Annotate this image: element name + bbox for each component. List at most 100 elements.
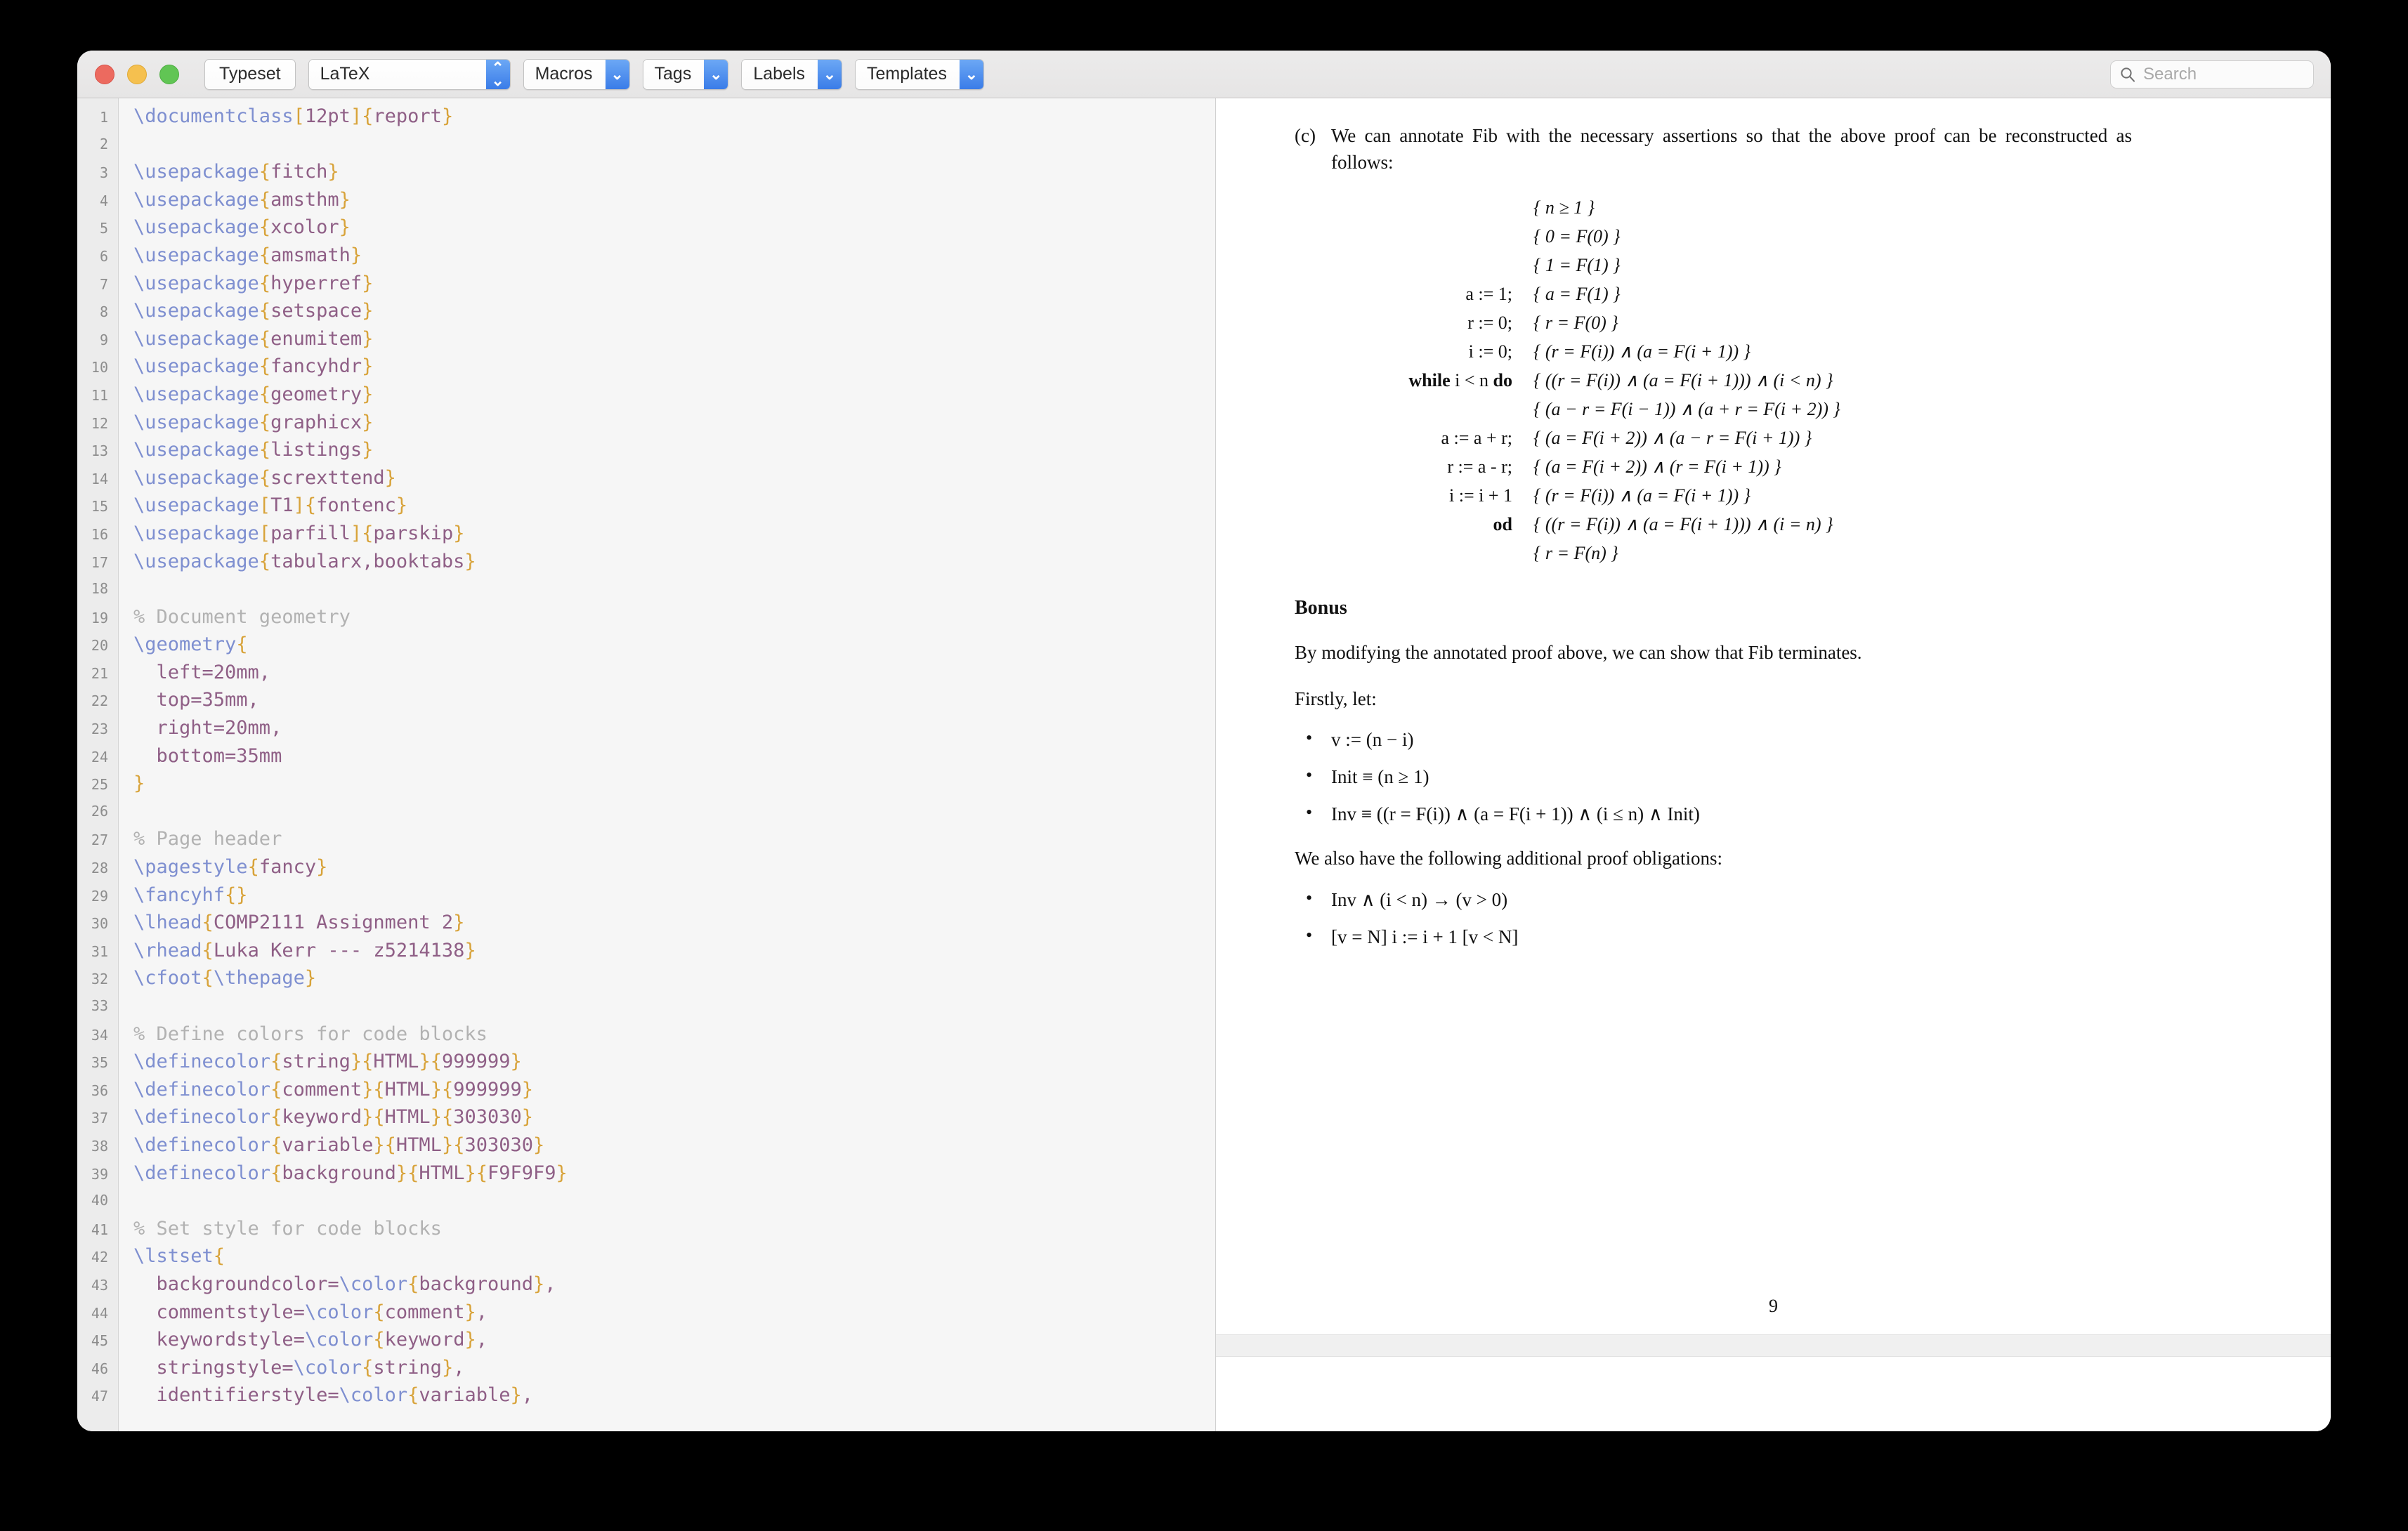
code-line[interactable]: 15 \usepackage[T1]{fontenc} [77,492,1215,520]
line-number: 11 [91,386,108,404]
code-line[interactable]: 42 \lstset{ [77,1242,1215,1270]
code-line[interactable]: 43 backgroundcolor=\color{background}, [77,1270,1215,1299]
line-number: 38 [91,1137,108,1155]
engine-select[interactable]: LaTeX ⌃ ⌄ [308,58,511,90]
code-line[interactable]: 20 \geometry{ [77,631,1215,659]
code-line[interactable]: 7 \usepackage{hyperref} [77,270,1215,298]
code-line[interactable]: 41 % Set style for code blocks [77,1215,1215,1243]
line-text: \usepackage{tabularx,booktabs} [133,550,476,572]
code-line[interactable]: 37 \definecolor{keyword}{HTML}{303030} [77,1103,1215,1131]
typeset-button[interactable]: Typeset [204,58,296,90]
code-line[interactable]: 27 % Page header [77,825,1215,853]
code-lines[interactable]: 1 \documentclass[12pt]{report} 2 3 \usepacka… [77,98,1215,1410]
code-line[interactable]: 38 \definecolor{variable}{HTML}{303030} [77,1131,1215,1159]
list-item-c: (c) We can annotate Fib with the necessa… [1295,122,2246,176]
code-line[interactable]: 12 \usepackage{graphicx} [77,409,1215,437]
code-line[interactable]: 19 % Document geometry [77,603,1215,631]
program-statement: r := 0; [1467,312,1512,333]
line-text: \definecolor{variable}{HTML}{303030} [133,1134,545,1156]
annotated-program-row: i := i + 1 { (r = F(i)) ∧ (a = F(i + 1)) … [1295,485,1840,514]
code-line[interactable]: 22 top=35mm, [77,686,1215,714]
code-line[interactable]: 44 commentstyle=\color{comment}, [77,1299,1215,1327]
code-line[interactable]: 45 keywordstyle=\color{keyword}, [77,1326,1215,1354]
code-line[interactable]: 36 \definecolor{comment}{HTML}{999999} [77,1076,1215,1104]
line-number: 14 [91,470,108,487]
code-line[interactable]: 39 \definecolor{background}{HTML}{F9F9F9} [77,1159,1215,1188]
code-line[interactable]: 23 right=20mm, [77,714,1215,742]
code-line[interactable]: 5 \usepackage{xcolor} [77,213,1215,242]
line-text: \usepackage{geometry} [133,383,374,405]
code-line[interactable]: 25} [77,770,1215,798]
code-line[interactable]: 47 identifierstyle=\color{variable}, [77,1381,1215,1410]
code-line[interactable]: 10 \usepackage{fancyhdr} [77,353,1215,381]
line-number: 4 [99,192,108,209]
program-statement: while i < n do [1408,369,1512,390]
annotated-program-row: r := a - r; { (a = F(i + 2)) ∧ (r = F(i +… [1295,456,1840,485]
code-line[interactable]: 2 [77,131,1215,159]
pdf-preview-pane[interactable]: (c) We can annotate Fib with the necessa… [1216,98,2331,1431]
labels-menu-button[interactable]: Labels ⌄ [741,58,843,90]
line-number: 23 [91,721,108,738]
line-text: \definecolor{background}{HTML}{F9F9F9} [133,1162,568,1184]
code-line[interactable]: 8 \usepackage{setspace} [77,297,1215,325]
code-line[interactable]: 1 \documentclass[12pt]{report} [77,103,1215,131]
templates-menu-button[interactable]: Templates ⌄ [855,58,984,90]
code-line[interactable]: 29 \fancyhf{} [77,881,1215,909]
code-line[interactable]: 11 \usepackage{geometry} [77,381,1215,409]
line-number: 30 [91,915,108,933]
line-number: 21 [91,664,108,682]
code-line[interactable]: 31 \rhead{Luka Kerr --- z5214138} [77,937,1215,965]
chevron-down-icon: ⌄ [605,59,629,89]
line-number: 47 [91,1388,108,1405]
code-line[interactable]: 9 \usepackage{enumitem} [77,325,1215,353]
code-line[interactable]: 16 \usepackage[parfill]{parskip} [77,520,1215,548]
macros-menu-button[interactable]: Macros ⌄ [523,58,630,90]
code-line[interactable]: 3 \usepackage{fitch} [77,158,1215,186]
code-line[interactable]: 35 \definecolor{string}{HTML}{999999} [77,1048,1215,1076]
zoom-window-button[interactable] [159,64,179,84]
code-line[interactable]: 14 \usepackage{screxttend} [77,464,1215,492]
line-number: 41 [91,1221,108,1238]
bonus-paragraph-2: Firstly, let: [1295,688,1377,709]
latex-source-editor[interactable]: 1 \documentclass[12pt]{report} 2 3 \usepacka… [77,98,1216,1431]
engine-label: LaTeX [308,59,486,89]
line-text: \usepackage{xcolor} [133,216,351,239]
line-number: 44 [91,1304,108,1322]
chevron-down-icon: ⌄ [818,59,842,89]
code-line[interactable]: 30 \lhead{COMP2111 Assignment 2} [77,909,1215,937]
line-text: left=20mm, [133,661,271,683]
obligation-item: Inv ∧ (i < n) → (v > 0) [1306,888,2246,911]
code-line[interactable]: 13 \usepackage{listings} [77,436,1215,464]
code-line[interactable]: 4 \usepackage{amsthm} [77,186,1215,214]
code-line[interactable]: 18 [77,575,1215,603]
line-number: 40 [91,1192,108,1209]
tags-menu-button[interactable]: Tags ⌄ [642,58,729,90]
assertion: { (a = F(i + 2)) ∧ (a − r = F(i + 1)) } [1533,427,1812,448]
search-input[interactable]: Search [2110,60,2314,88]
line-number: 31 [91,942,108,960]
code-line[interactable]: 26 [77,798,1215,826]
close-window-button[interactable] [95,64,114,84]
line-text: \pagestyle{fancy} [133,856,328,879]
code-line[interactable]: 34 % Define colors for code blocks [77,1020,1215,1049]
code-line[interactable]: 33 [77,992,1215,1020]
assertion: { (a = F(i + 2)) ∧ (r = F(i + 1)) } [1533,456,1781,477]
code-line[interactable]: 46 stringstyle=\color{string}, [77,1354,1215,1382]
line-text: % Page header [133,828,282,850]
code-line[interactable]: 17 \usepackage{tabularx,booktabs} [77,548,1215,576]
line-number: 26 [91,802,108,820]
annotated-program-row: a := 1; { a = F(1) } [1295,284,1840,313]
line-text: } [133,773,145,795]
code-line[interactable]: 6 \usepackage{amsmath} [77,242,1215,270]
minimize-window-button[interactable] [127,64,147,84]
line-number: 3 [99,164,108,182]
code-line[interactable]: 32 \cfoot{\thepage} [77,964,1215,992]
code-line[interactable]: 21 left=20mm, [77,659,1215,687]
line-number: 22 [91,692,108,710]
code-line[interactable]: 40 [77,1187,1215,1215]
line-number: 12 [91,414,108,432]
line-text: % Document geometry [133,605,351,628]
code-line[interactable]: 24 bottom=35mm [77,742,1215,770]
code-line[interactable]: 28 \pagestyle{fancy} [77,853,1215,881]
program-statement [1295,543,1533,572]
